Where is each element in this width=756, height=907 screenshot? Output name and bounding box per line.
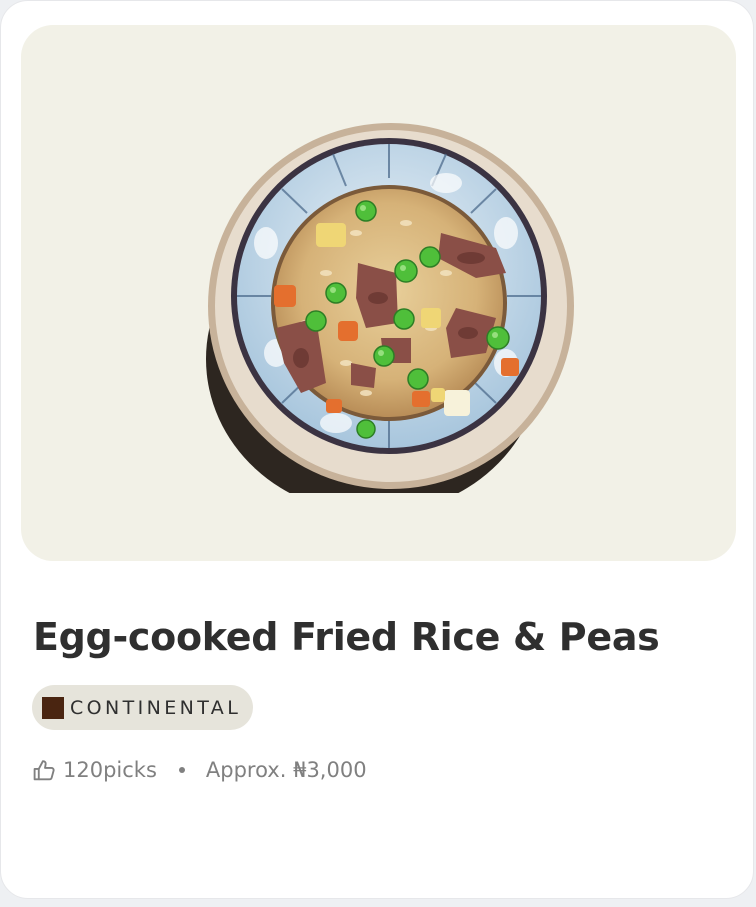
thumbs-up-icon[interactable] [32,758,57,783]
meal-card[interactable]: Egg-cooked Fried Rice & Peas CONTINENTAL… [0,0,754,899]
cuisine-tag[interactable]: CONTINENTAL [32,685,254,730]
meal-meta: 120picks Approx. ₦3,000 [32,755,367,785]
approximate-price: Approx. ₦3,000 [205,758,367,782]
separator-dot [178,767,185,773]
meal-image-panel[interactable] [21,25,736,561]
meal-title: Egg-cooked Fried Rice & Peas [33,615,660,659]
cuisine-tag-label: CONTINENTAL [70,696,242,719]
picks-count: 120picks [63,758,157,782]
fried-rice-bowl-image [206,123,574,493]
cuisine-color-swatch [42,696,64,719]
